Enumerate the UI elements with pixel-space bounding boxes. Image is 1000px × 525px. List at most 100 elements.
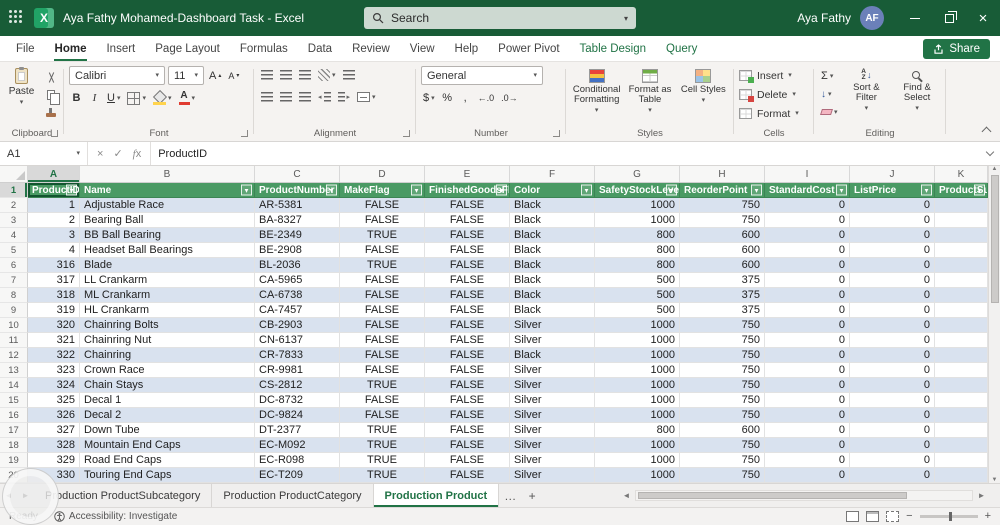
column-header-J[interactable]: J <box>850 166 935 182</box>
vertical-scrollbar[interactable]: ▲ ▼ <box>988 166 1000 483</box>
cell-K15[interactable] <box>935 393 988 408</box>
cell-K2[interactable] <box>935 198 988 213</box>
column-header-F[interactable]: F <box>510 166 595 182</box>
column-header-E[interactable]: E <box>425 166 510 182</box>
cell-C17[interactable]: DT-2377 <box>255 423 340 438</box>
cell-F2[interactable]: Black <box>510 198 595 213</box>
number-dialog-launcher-icon[interactable] <box>553 130 560 137</box>
cell-I13[interactable]: 0 <box>765 363 850 378</box>
cell-F20[interactable]: Silver <box>510 468 595 483</box>
zoom-in-button[interactable]: + <box>985 511 991 522</box>
cell-D12[interactable]: FALSE <box>340 348 425 363</box>
header-cell-ProductID[interactable]: ProductID ▾ <box>28 183 80 198</box>
cell-E13[interactable]: FALSE <box>425 363 510 378</box>
cell-F16[interactable]: Silver <box>510 408 595 423</box>
cancel-button[interactable]: × <box>97 148 103 160</box>
app-launcher-icon[interactable] <box>9 10 25 26</box>
user-name[interactable]: Aya Fathy <box>797 11 851 25</box>
header-cell-StandardCost[interactable]: StandardCost ▾ <box>765 183 850 198</box>
conditional-formatting-button[interactable]: Conditional Formatting ▾ <box>571 66 622 114</box>
filter-dropdown-icon[interactable]: ▾ <box>496 184 507 196</box>
cell-H20[interactable]: 750 <box>680 468 765 483</box>
cell-K4[interactable] <box>935 228 988 243</box>
cell-F5[interactable]: Black <box>510 243 595 258</box>
cell-J12[interactable]: 0 <box>850 348 935 363</box>
delete-cells-button[interactable]: Delete ▾ <box>739 85 809 104</box>
cell-C5[interactable]: BE-2908 <box>255 243 340 258</box>
cell-H7[interactable]: 375 <box>680 273 765 288</box>
cell-D3[interactable]: FALSE <box>340 213 425 228</box>
menu-tab-insert[interactable]: Insert <box>96 36 145 61</box>
name-box-dropdown-icon[interactable]: ▾ <box>76 150 80 157</box>
italic-button[interactable]: I <box>87 89 102 107</box>
cell-G5[interactable]: 800 <box>595 243 680 258</box>
cell-I3[interactable]: 0 <box>765 213 850 228</box>
zoom-slider-thumb[interactable] <box>948 512 952 521</box>
cell-B8[interactable]: ML Crankarm <box>80 288 255 303</box>
clear-button[interactable]: ▾ <box>819 104 840 120</box>
row-header-20[interactable]: 20 <box>0 468 28 483</box>
row-header-15[interactable]: 15 <box>0 393 28 408</box>
cell-B11[interactable]: Chainring Nut <box>80 333 255 348</box>
scroll-up-icon[interactable]: ▲ <box>992 166 998 172</box>
cell-E3[interactable]: FALSE <box>425 213 510 228</box>
cell-B2[interactable]: Adjustable Race <box>80 198 255 213</box>
align-bottom-button[interactable] <box>297 66 313 84</box>
cell-F7[interactable]: Black <box>510 273 595 288</box>
menu-tab-page-layout[interactable]: Page Layout <box>145 36 230 61</box>
number-format-combo[interactable]: General ▾ <box>421 66 543 85</box>
cell-G14[interactable]: 1000 <box>595 378 680 393</box>
cell-J10[interactable]: 0 <box>850 318 935 333</box>
cell-J3[interactable]: 0 <box>850 213 935 228</box>
filter-dropdown-icon[interactable]: ▾ <box>66 184 77 196</box>
filter-dropdown-icon[interactable]: ▾ <box>411 184 422 196</box>
cell-I20[interactable]: 0 <box>765 468 850 483</box>
cell-G9[interactable]: 500 <box>595 303 680 318</box>
cell-G6[interactable]: 800 <box>595 258 680 273</box>
cell-B19[interactable]: Road End Caps <box>80 453 255 468</box>
bold-button[interactable]: B <box>69 89 84 107</box>
cell-E17[interactable]: FALSE <box>425 423 510 438</box>
cell-I14[interactable]: 0 <box>765 378 850 393</box>
autosum-button[interactable]: Σ ▾ <box>819 68 840 84</box>
cell-D19[interactable]: TRUE <box>340 453 425 468</box>
cell-B5[interactable]: Headset Ball Bearings <box>80 243 255 258</box>
cell-I17[interactable]: 0 <box>765 423 850 438</box>
menu-tab-formulas[interactable]: Formulas <box>230 36 298 61</box>
cell-F19[interactable]: Silver <box>510 453 595 468</box>
row-header-19[interactable]: 19 <box>0 453 28 468</box>
format-cells-button[interactable]: Format ▾ <box>739 104 809 123</box>
insert-cells-button[interactable]: Insert ▾ <box>739 66 809 85</box>
cell-J7[interactable]: 0 <box>850 273 935 288</box>
cell-D4[interactable]: TRUE <box>340 228 425 243</box>
filter-dropdown-icon[interactable]: ▾ <box>666 184 677 196</box>
enter-button[interactable]: ✓ <box>113 147 122 160</box>
underline-button[interactable]: U ▾ <box>105 89 122 107</box>
align-right-button[interactable] <box>297 88 313 106</box>
page-break-view-button[interactable] <box>886 511 900 522</box>
cell-B17[interactable]: Down Tube <box>80 423 255 438</box>
copy-button[interactable] <box>43 88 60 105</box>
cell-I11[interactable]: 0 <box>765 333 850 348</box>
cell-J19[interactable]: 0 <box>850 453 935 468</box>
decrease-indent-button[interactable]: ◂ <box>316 88 333 106</box>
cell-A13[interactable]: 323 <box>28 363 80 378</box>
cell-D7[interactable]: FALSE <box>340 273 425 288</box>
cell-D14[interactable]: TRUE <box>340 378 425 393</box>
alignment-dialog-launcher-icon[interactable] <box>403 130 410 137</box>
filter-dropdown-icon[interactable]: ▾ <box>921 184 932 196</box>
cell-C4[interactable]: BE-2349 <box>255 228 340 243</box>
header-cell-ProductSubcateg[interactable]: ProductSubcateg▾ <box>935 183 988 198</box>
row-header-17[interactable]: 17 <box>0 423 28 438</box>
cell-G17[interactable]: 800 <box>595 423 680 438</box>
cell-J9[interactable]: 0 <box>850 303 935 318</box>
cell-G16[interactable]: 1000 <box>595 408 680 423</box>
cell-A17[interactable]: 327 <box>28 423 80 438</box>
cell-G15[interactable]: 1000 <box>595 393 680 408</box>
orientation-button[interactable]: ▾ <box>316 66 338 84</box>
cell-A16[interactable]: 326 <box>28 408 80 423</box>
cell-A12[interactable]: 322 <box>28 348 80 363</box>
cell-C7[interactable]: CA-5965 <box>255 273 340 288</box>
menu-tab-table-design[interactable]: Table Design <box>570 36 656 61</box>
filter-dropdown-icon[interactable]: ▾ <box>836 184 847 196</box>
